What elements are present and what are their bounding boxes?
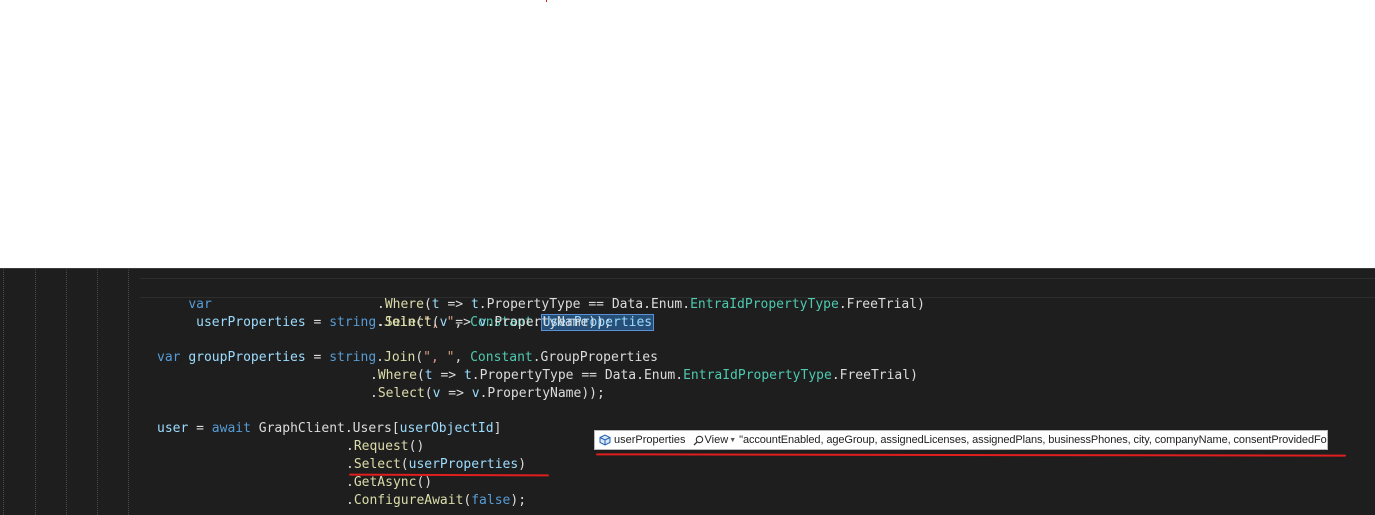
code-line-1[interactable]: var userProperties = string.Join(", ", C… bbox=[157, 278, 655, 331]
code-editor[interactable]: var userProperties = string.Join(", ", C… bbox=[0, 268, 1375, 515]
member-tail: .FreeTrial) bbox=[831, 368, 918, 383]
punctuation: . bbox=[346, 457, 354, 472]
lambda-reference: t bbox=[463, 368, 472, 383]
punctuation: ( bbox=[415, 350, 424, 365]
punctuation: ( bbox=[416, 368, 425, 383]
lambda-arrow: => bbox=[432, 368, 464, 383]
lambda-reference: v bbox=[478, 315, 487, 330]
punctuation: , bbox=[454, 350, 471, 365]
operator: = bbox=[305, 315, 330, 330]
punctuation: ); bbox=[510, 493, 527, 508]
punctuation: . bbox=[370, 386, 378, 401]
lambda-reference: v bbox=[471, 386, 480, 401]
method-configure-await: ConfigureAwait bbox=[353, 493, 464, 508]
code-line-9[interactable]: .Select(userProperties) bbox=[346, 456, 526, 474]
keyword-var: var bbox=[188, 297, 212, 312]
member-path: .PropertyType == Data.Enum. bbox=[478, 297, 691, 312]
code-line-2[interactable]: .Where(t => t.PropertyType == Data.Enum.… bbox=[377, 296, 925, 314]
method-where: Where bbox=[384, 297, 424, 312]
variable-group-properties: groupProperties bbox=[188, 350, 306, 365]
type-enum: EntraIdPropertyType bbox=[690, 297, 839, 312]
code-line-11[interactable]: .ConfigureAwait(false); bbox=[346, 492, 526, 510]
punctuation: . bbox=[346, 475, 354, 490]
lambda-arrow: => bbox=[440, 386, 472, 401]
method-join: Join bbox=[384, 350, 416, 365]
code-line-10[interactable]: .GetAsync() bbox=[346, 474, 432, 492]
punctuation: () bbox=[416, 475, 433, 490]
punctuation: . bbox=[377, 297, 385, 312]
method-request: Request bbox=[353, 439, 409, 454]
method-select: Select bbox=[353, 457, 401, 472]
code-line-8[interactable]: .Request() bbox=[346, 438, 424, 456]
punctuation: ( bbox=[400, 457, 409, 472]
blank-area bbox=[0, 0, 1375, 268]
member-tail: .FreeTrial) bbox=[838, 297, 925, 312]
datatip-view-button[interactable]: View ▼ bbox=[693, 434, 738, 446]
string-literal: ", " bbox=[423, 350, 455, 365]
member-path: .PropertyType == Data.Enum. bbox=[471, 368, 684, 383]
lambda-reference: t bbox=[470, 297, 479, 312]
datatip-value[interactable]: "accountEnabled, ageGroup, assignedLicen… bbox=[739, 434, 1327, 446]
debugger-datatip[interactable]: userProperties View ▼ "accountEnabled, a… bbox=[594, 430, 1328, 450]
indent-guide bbox=[35, 268, 36, 515]
variable-user-properties-argument[interactable]: userProperties bbox=[409, 457, 519, 472]
annotation-mark bbox=[546, 0, 547, 2]
code-line-4[interactable]: var groupProperties = string.Join(", ", … bbox=[157, 349, 658, 367]
indent-guide bbox=[66, 268, 67, 515]
type-constant: Constant bbox=[470, 350, 533, 365]
annotation-underline-datatip bbox=[595, 453, 1347, 457]
keyword-string: string bbox=[329, 315, 377, 330]
operator: = bbox=[188, 421, 212, 436]
datatip-view-label: View bbox=[704, 434, 729, 446]
punctuation: ( bbox=[423, 297, 432, 312]
lambda-arrow: => bbox=[447, 315, 479, 330]
chevron-down-icon: ▼ bbox=[729, 436, 737, 444]
punctuation: ( bbox=[431, 315, 440, 330]
keyword-await: await bbox=[211, 421, 251, 436]
indent-guide bbox=[128, 268, 129, 515]
method-where: Where bbox=[377, 368, 417, 383]
variable-user-object-id: userObjectId bbox=[399, 421, 494, 436]
member-tail: .PropertyName)); bbox=[486, 315, 612, 330]
punctuation: () bbox=[408, 439, 425, 454]
punctuation: ) bbox=[518, 457, 527, 472]
variable-user-properties: userProperties bbox=[196, 315, 306, 330]
punctuation: . bbox=[346, 493, 354, 508]
keyword-string: string bbox=[329, 350, 377, 365]
operator: = bbox=[305, 350, 330, 365]
punctuation: . bbox=[376, 350, 384, 365]
method-select: Select bbox=[377, 386, 425, 401]
keyword-var: var bbox=[157, 350, 181, 365]
lambda-parameter: t bbox=[431, 297, 440, 312]
keyword-false: false bbox=[471, 493, 511, 508]
punctuation: . bbox=[370, 368, 378, 383]
punctuation: ] bbox=[493, 421, 502, 436]
editor-border bbox=[0, 268, 1375, 269]
lambda-arrow: => bbox=[439, 297, 471, 312]
code-line-5[interactable]: .Where(t => t.PropertyType == Data.Enum.… bbox=[370, 367, 918, 385]
indent-guide bbox=[97, 268, 98, 515]
code-line-7[interactable]: user = await GraphClient.Users[userObjec… bbox=[157, 420, 501, 438]
type-enum: EntraIdPropertyType bbox=[683, 368, 832, 383]
code-line-6[interactable]: .Select(v => v.PropertyName)); bbox=[370, 385, 605, 403]
method-get-async: GetAsync bbox=[353, 475, 417, 490]
lambda-parameter: t bbox=[424, 368, 433, 383]
variable-user: user bbox=[157, 421, 189, 436]
graph-client-users: GraphClient.Users[ bbox=[250, 421, 400, 436]
punctuation: . bbox=[377, 315, 385, 330]
local-variable-icon bbox=[598, 433, 612, 447]
magnifier-icon bbox=[693, 435, 704, 446]
indent-guide bbox=[3, 268, 4, 515]
punctuation: . bbox=[346, 439, 354, 454]
datatip-variable-name: userProperties bbox=[614, 434, 686, 446]
member-tail: .PropertyName)); bbox=[479, 386, 605, 401]
method-select: Select bbox=[384, 315, 432, 330]
code-line-3[interactable]: .Select(v => v.PropertyName)); bbox=[377, 314, 612, 332]
punctuation: ( bbox=[424, 386, 433, 401]
member-group-properties: .GroupProperties bbox=[532, 350, 658, 365]
